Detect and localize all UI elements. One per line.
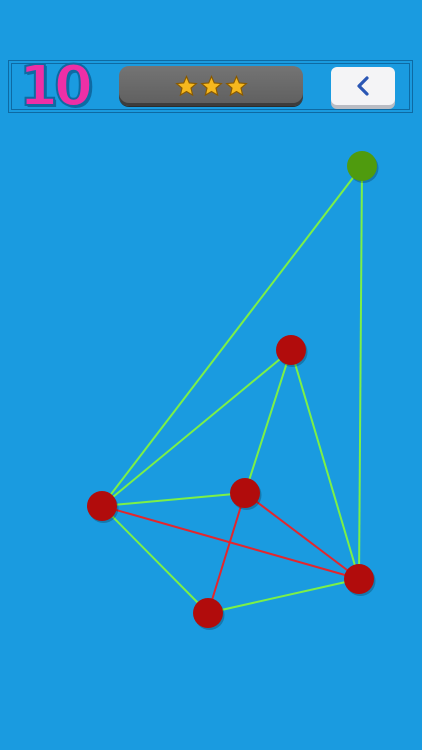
graph-node[interactable] [276, 335, 306, 365]
edge-line [244, 349, 292, 494]
graph-node[interactable] [230, 478, 260, 508]
level-number: 10 [18, 53, 94, 120]
edge-line [244, 492, 360, 580]
star-icon [174, 74, 198, 96]
edge-line [101, 349, 292, 507]
edge-line [358, 165, 363, 580]
graph-node[interactable] [87, 491, 117, 521]
star-icon [199, 74, 223, 96]
graph-node[interactable] [344, 564, 374, 594]
chevron-left-icon [357, 76, 369, 96]
edge-line [207, 492, 246, 614]
selected-node[interactable] [347, 151, 377, 181]
game-screen: 10 [0, 0, 422, 750]
edge-line [101, 492, 246, 507]
stars-panel [119, 66, 303, 106]
star-icon [224, 74, 248, 96]
edge-line [290, 349, 360, 580]
back-button[interactable] [331, 67, 395, 105]
nodes-layer [87, 151, 379, 630]
top-bar: 10 [8, 53, 413, 120]
edge-line [207, 578, 360, 614]
graph-node[interactable] [193, 598, 223, 628]
edges-layer [101, 165, 363, 614]
